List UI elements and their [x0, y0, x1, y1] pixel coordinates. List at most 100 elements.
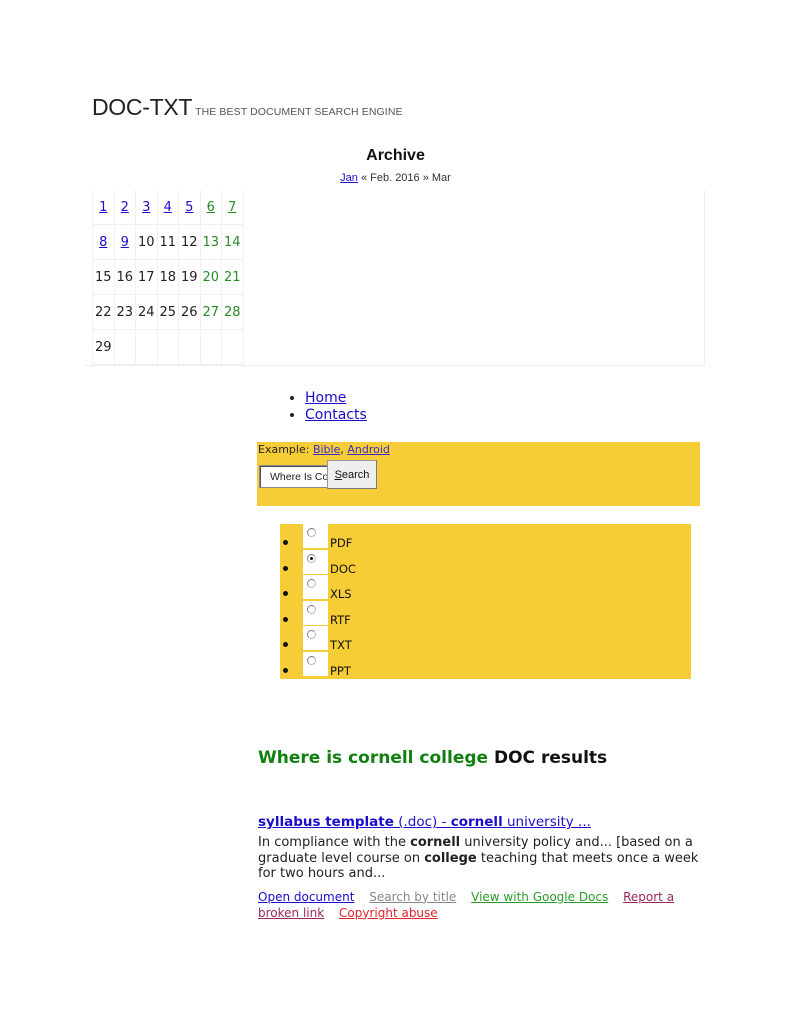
calendar-day: 22 — [92, 294, 115, 330]
calendar-day: 11 — [156, 224, 179, 260]
calendar-day — [221, 329, 244, 365]
file-type-filter: PDF DOC XLS RTF TXT PPT — [280, 524, 691, 679]
calendar-day: 15 — [92, 259, 115, 295]
nav-item-home: Home — [305, 390, 367, 407]
calendar-day: 13 — [199, 224, 222, 260]
calendar-day — [135, 329, 158, 365]
calendar-day-link[interactable]: 6 — [207, 200, 215, 215]
bullet-icon — [283, 540, 288, 545]
result-snippet: In compliance with the cornell universit… — [258, 835, 703, 882]
result-title-part: syllabus template — [258, 814, 394, 830]
calendar-day: 12 — [178, 224, 201, 260]
copyright-abuse-link[interactable]: Copyright abuse — [339, 906, 438, 920]
file-type-option: PPT — [280, 651, 691, 678]
result-actions: Open document Search by title View with … — [258, 889, 703, 921]
file-type-label: TXT — [330, 638, 352, 653]
calendar-day-link[interactable]: 9 — [121, 235, 129, 250]
calendar-day: 5 — [178, 190, 201, 225]
main-nav: Home Contacts — [283, 390, 367, 424]
radio-cell — [303, 600, 328, 625]
snippet-part: college — [424, 850, 477, 866]
radio-cell — [303, 626, 328, 651]
calendar-day: 10 — [135, 224, 158, 260]
open-document-link[interactable]: Open document — [258, 890, 354, 904]
calendar-day: 17 — [135, 259, 158, 295]
calendar-day: 27 — [199, 294, 222, 330]
calendar-day-link[interactable]: 1 — [99, 200, 107, 215]
snippet-part: cornell — [410, 835, 461, 850]
site-title[interactable]: DOC-TXT — [92, 94, 192, 120]
calendar-table: 1 2 3 4 5 6 7 8 9 10 11 12 13 14 15 16 17 18 19 20 21 22 23 24 2… — [92, 190, 244, 365]
calendar-day-link[interactable]: 8 — [99, 235, 107, 250]
nav-link-home[interactable]: Home — [305, 390, 346, 406]
calendar-day: 3 — [135, 190, 158, 225]
bullet-icon — [283, 616, 288, 622]
file-type-option: RTF — [280, 600, 691, 627]
calendar-day: 25 — [156, 294, 179, 330]
radio-doc[interactable] — [307, 553, 316, 563]
calendar-day-link[interactable]: 5 — [185, 200, 193, 215]
example-prefix: Example: — [258, 443, 313, 456]
calendar-day — [113, 329, 136, 365]
search-panel: Example: Bible, Android Search — [257, 442, 700, 506]
file-type-label: XLS — [330, 587, 352, 602]
calendar-day-link[interactable]: 2 — [121, 200, 129, 215]
calendar-day: 7 — [221, 190, 244, 225]
file-type-list: PDF DOC XLS RTF TXT PPT — [280, 524, 691, 678]
radio-cell — [303, 651, 328, 676]
calendar-day: 16 — [113, 259, 136, 295]
site-header: DOC-TXT THE BEST DOCUMENT SEARCH ENGINE — [92, 94, 403, 121]
file-type-label: PPT — [330, 663, 351, 678]
calendar-day: 23 — [113, 294, 136, 330]
bullet-icon — [283, 667, 288, 673]
search-by-title-link[interactable]: Search by title — [369, 890, 456, 904]
calendar-day — [178, 329, 201, 365]
calendar-week: 15 16 17 18 19 20 21 — [92, 259, 244, 295]
calendar-week: 8 9 10 11 12 13 14 — [92, 224, 244, 260]
bullet-icon — [283, 565, 288, 571]
search-button[interactable]: Search — [327, 460, 377, 489]
nav-link-contacts[interactable]: Contacts — [305, 407, 367, 423]
snippet-part: In compliance with the — [258, 835, 411, 850]
result-title-part: cornell — [450, 814, 503, 830]
search-button-accesskey: S — [334, 468, 342, 481]
calendar-day: 4 — [156, 190, 179, 225]
result-title-link[interactable]: syllabus template (.doc) - cornell unive… — [258, 814, 591, 830]
calendar-day-link[interactable]: 7 — [228, 200, 236, 215]
file-type-label: PDF — [330, 536, 353, 550]
search-examples: Example: Bible, Android — [258, 443, 390, 456]
calendar-day-link[interactable]: 4 — [164, 200, 172, 215]
result-title-part: (.doc) - — [393, 814, 451, 830]
nav-item-contacts: Contacts — [305, 407, 367, 424]
calendar-day: 9 — [113, 224, 136, 260]
radio-xls[interactable] — [307, 579, 316, 589]
example-link-bible[interactable]: Bible — [313, 443, 340, 456]
radio-ppt[interactable] — [307, 655, 316, 665]
calendar-day: 8 — [92, 224, 115, 260]
current-month-label: « Feb. 2016 » — [357, 172, 432, 184]
calendar-day: 14 — [221, 224, 244, 260]
archive-title: Archive — [366, 147, 425, 164]
archive-calendar: 1 2 3 4 5 6 7 8 9 10 11 12 13 14 15 16 17 18 19 20 21 22 23 24 2… — [85, 190, 705, 366]
file-type-option: TXT — [280, 626, 691, 652]
calendar-day: 28 — [221, 294, 244, 330]
radio-cell — [303, 575, 328, 600]
calendar-day: 2 — [113, 190, 136, 225]
example-link-android[interactable]: Android — [347, 443, 390, 456]
file-type-label: RTF — [330, 612, 351, 627]
radio-rtf[interactable] — [307, 604, 316, 614]
calendar-day — [199, 329, 222, 365]
calendar-day: 19 — [178, 259, 201, 295]
prev-month-link[interactable]: Jan — [340, 172, 358, 184]
radio-txt[interactable] — [307, 630, 316, 640]
calendar-day-link[interactable]: 3 — [142, 200, 150, 215]
file-type-label: DOC — [330, 561, 356, 576]
radio-pdf[interactable] — [307, 528, 316, 537]
bullet-icon — [283, 591, 288, 597]
google-docs-link[interactable]: View with Google Docs — [471, 890, 608, 904]
result-title-part: university ... — [502, 814, 591, 830]
file-type-option: DOC — [280, 549, 691, 576]
file-type-option: XLS — [280, 575, 691, 601]
next-month-label: Mar — [431, 172, 451, 184]
site-tagline: THE BEST DOCUMENT SEARCH ENGINE — [195, 106, 403, 118]
